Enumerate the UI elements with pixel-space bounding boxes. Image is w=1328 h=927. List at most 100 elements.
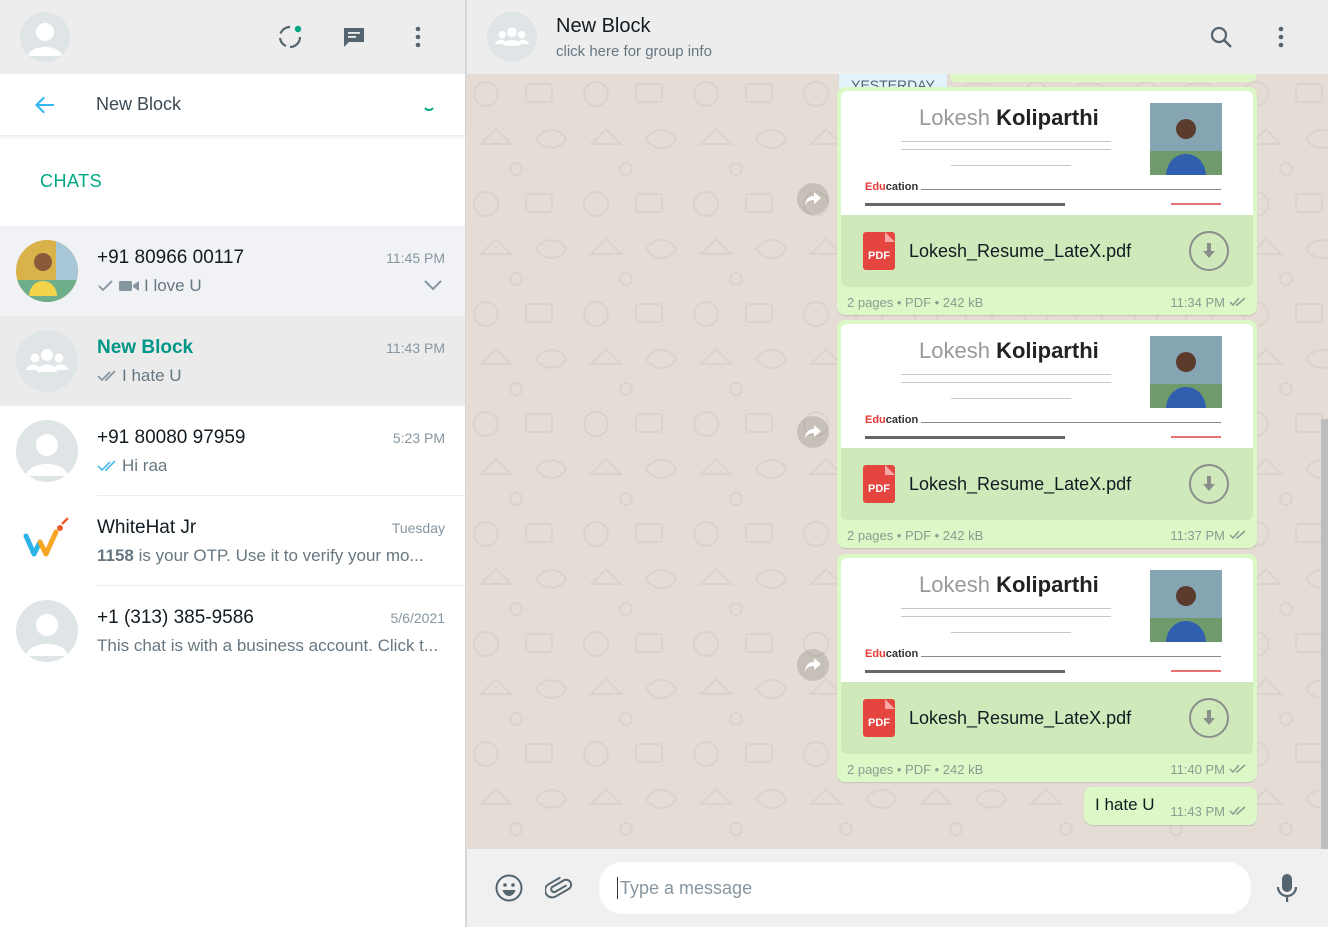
message-time: 11:40 PM [1170, 762, 1225, 777]
scrollbar[interactable] [1321, 419, 1328, 849]
default-avatar-icon [26, 614, 68, 656]
microphone-icon[interactable] [1274, 874, 1300, 902]
chat-list-pane: New Block CHATS +91 80966 00117 11:45 PM… [0, 0, 466, 927]
previous-message-edge [950, 74, 1256, 82]
chat-preview: Hi raa [122, 456, 168, 475]
contact-avatar [16, 420, 78, 482]
resume-section-rest: cation [885, 181, 919, 193]
conversation-pane: New Block click here for group info YEST… [466, 0, 1328, 927]
group-icon [495, 27, 529, 46]
contact-avatar-photo [16, 240, 78, 302]
chat-preview: This chat is with a business account. Cl… [97, 636, 439, 655]
contact-avatar [16, 600, 78, 662]
forward-icon[interactable] [797, 183, 829, 215]
chat-item-2[interactable]: New Block 11:43 PM I hate U [0, 316, 465, 406]
status-icon[interactable] [277, 24, 303, 50]
document-meta: 2 pages • PDF • 242 kB [847, 762, 984, 777]
emoji-icon[interactable] [493, 872, 525, 904]
chat-item-3[interactable]: +91 80080 97959 5:23 PM Hi raa [0, 406, 465, 496]
resume-thumbnail[interactable]: Lokesh Koliparthi Education [841, 324, 1253, 448]
document-message[interactable]: Lokesh Koliparthi Education PDF Lokesh_R… [837, 87, 1257, 315]
group-icon [26, 349, 68, 372]
double-check-icon [97, 370, 116, 382]
search-input[interactable]: New Block [96, 94, 181, 115]
attach-icon[interactable] [543, 872, 575, 904]
chevron-down-icon[interactable] [423, 278, 443, 292]
sidebar-header-actions [277, 24, 445, 50]
download-button[interactable] [1189, 464, 1229, 504]
profile-avatar[interactable] [20, 12, 70, 62]
otp-code: 1158 [97, 546, 134, 565]
chat-time: Tuesday [391, 520, 445, 536]
message-input-placeholder: Type a message [620, 877, 753, 898]
chat-item-1[interactable]: +91 80966 00117 11:45 PM I love U [0, 226, 465, 316]
download-button[interactable] [1189, 698, 1229, 738]
forward-icon[interactable] [797, 416, 829, 448]
menu-icon[interactable] [405, 24, 431, 50]
document-filename: Lokesh_Resume_LateX.pdf [909, 240, 1132, 261]
chats-section-label: CHATS [40, 170, 103, 191]
document-message[interactable]: Lokesh Koliparthi Education PDF Lokesh_R… [837, 554, 1257, 782]
back-arrow-icon[interactable] [32, 92, 58, 118]
chat-preview: I hate U [122, 366, 182, 385]
text-message[interactable]: I hate U 11:43 PM [1084, 787, 1257, 825]
resume-photo [1150, 103, 1222, 175]
pdf-label: PDF [868, 250, 890, 262]
chat-name: +1 (313) 385-9586 [97, 607, 254, 628]
read-check-icon [97, 460, 116, 472]
sent-check-icon [98, 280, 113, 292]
default-avatar-icon [28, 23, 62, 56]
group-avatar [16, 330, 78, 392]
message-input[interactable]: Type a message [599, 862, 1251, 914]
resume-photo [1150, 570, 1222, 642]
document-message[interactable]: Lokesh Koliparthi Education PDF Lokesh_R… [837, 320, 1257, 548]
chat-item-4[interactable]: WhiteHat Jr Tuesday 1158 is your OTP. Us… [0, 496, 465, 586]
forward-icon[interactable] [797, 649, 829, 681]
download-arrow-icon [1203, 476, 1215, 491]
chat-item-5[interactable]: +1 (313) 385-9586 5/6/2021 This chat is … [0, 586, 465, 676]
new-chat-icon[interactable] [341, 24, 367, 50]
chat-name: +91 80966 00117 [97, 247, 245, 268]
menu-icon[interactable] [1268, 24, 1294, 50]
resume-photo [1150, 336, 1222, 408]
message-area[interactable]: YESTERDAY Lokesh Koliparthi Education PD… [466, 74, 1328, 849]
message-time: 11:34 PM [1170, 295, 1225, 310]
chat-time: 11:43 PM [386, 340, 445, 356]
document-filename: Lokesh_Resume_LateX.pdf [909, 707, 1132, 728]
conversation-header[interactable]: New Block click here for group info [466, 0, 1328, 74]
resume-first-name: Lokesh [919, 105, 990, 130]
download-arrow-icon [1203, 243, 1215, 258]
resume-thumbnail[interactable]: Lokesh Koliparthi Education [841, 91, 1253, 215]
resume-section-rest: cation [885, 414, 919, 426]
resume-last-name: Koliparthi [996, 105, 1099, 130]
chat-name: New Block [97, 337, 194, 358]
loading-spinner-icon [423, 99, 435, 111]
pdf-icon: PDF [863, 699, 895, 737]
resume-section: Edu [865, 414, 886, 426]
pdf-icon: PDF [863, 465, 895, 503]
message-time: 11:43 PM [1170, 804, 1225, 819]
resume-first-name: Lokesh [919, 572, 990, 597]
message-text: I hate U [1095, 795, 1155, 814]
document-meta: 2 pages • PDF • 242 kB [847, 528, 984, 543]
double-check-icon [1229, 530, 1246, 540]
chat-name: +91 80080 97959 [97, 427, 246, 448]
search-icon[interactable] [1208, 24, 1234, 50]
chat-time: 5:23 PM [392, 430, 445, 446]
double-check-icon [1229, 764, 1246, 774]
whitehat-logo-avatar [16, 510, 78, 572]
sidebar-header [0, 0, 465, 74]
group-avatar[interactable] [487, 12, 537, 62]
double-check-icon [1229, 806, 1246, 816]
conversation-title: New Block [556, 14, 651, 37]
search-bar: New Block [0, 74, 465, 136]
chat-preview: is your OTP. Use it to verify your mo... [133, 546, 424, 565]
resume-thumbnail[interactable]: Lokesh Koliparthi Education [841, 558, 1253, 682]
download-arrow-icon [1203, 710, 1215, 725]
chat-name: WhiteHat Jr [97, 517, 197, 538]
pdf-label: PDF [868, 717, 890, 729]
download-button[interactable] [1189, 231, 1229, 271]
document-filename: Lokesh_Resume_LateX.pdf [909, 473, 1132, 494]
resume-section-rest: cation [885, 648, 919, 660]
document-meta: 2 pages • PDF • 242 kB [847, 295, 984, 310]
